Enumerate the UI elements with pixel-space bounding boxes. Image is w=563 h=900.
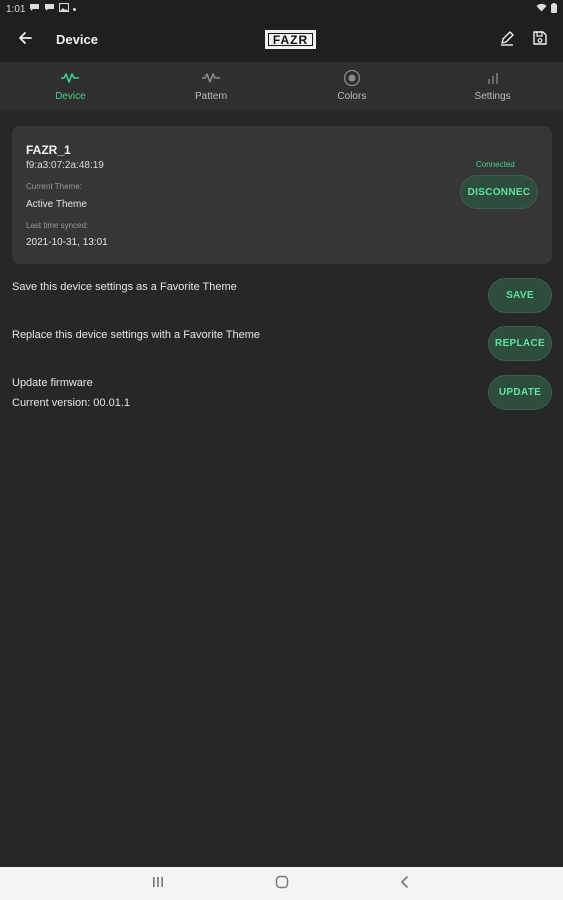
wifi-icon bbox=[536, 3, 547, 15]
back-icon bbox=[400, 875, 410, 894]
waveform-icon bbox=[60, 69, 80, 87]
tab-colors[interactable]: Colors bbox=[282, 62, 423, 110]
back-button[interactable] bbox=[14, 29, 36, 51]
waveform-icon bbox=[201, 69, 221, 87]
save-favorite-text: Save this device settings as a Favorite … bbox=[12, 281, 237, 293]
fazr-logo: FAZR bbox=[265, 30, 316, 49]
status-time: 1:01 bbox=[6, 3, 26, 15]
connection-status: Connected bbox=[476, 160, 515, 169]
replace-button[interactable]: REPLACE bbox=[488, 326, 552, 361]
arrow-left-icon bbox=[18, 31, 32, 50]
dot-icon bbox=[73, 7, 77, 11]
chat-bubble-icon bbox=[44, 3, 55, 15]
update-label: UPDATE bbox=[498, 387, 542, 398]
current-theme-caption: Current Theme: bbox=[26, 182, 82, 191]
edit-button[interactable] bbox=[496, 29, 518, 51]
recent-apps-button[interactable] bbox=[150, 876, 166, 892]
update-firmware-text: Update firmware bbox=[12, 377, 93, 389]
update-button[interactable]: UPDATE bbox=[488, 375, 552, 410]
replace-label: REPLACE bbox=[495, 338, 545, 349]
photo-icon bbox=[59, 3, 70, 15]
status-bar: 1:01 bbox=[0, 0, 563, 18]
last-synced-value: 2021-10-31, 13:01 bbox=[26, 237, 108, 248]
tab-label: Settings bbox=[474, 91, 511, 102]
nav-back-button[interactable] bbox=[397, 875, 413, 894]
floppy-disk-icon bbox=[532, 30, 548, 51]
tab-bar: Device Pattern Colors Settings bbox=[0, 62, 563, 110]
save-button[interactable]: SAVE bbox=[488, 278, 552, 313]
logo-text: FAZR bbox=[272, 32, 309, 47]
save-device-button[interactable] bbox=[529, 29, 551, 51]
disconnect-label: DISCONNEC bbox=[467, 186, 531, 198]
device-name: FAZR_1 bbox=[26, 143, 71, 157]
battery-icon bbox=[551, 2, 557, 16]
tab-pattern[interactable]: Pattern bbox=[141, 62, 282, 110]
tab-label: Pattern bbox=[195, 91, 228, 102]
device-card: FAZR_1 f9:a3:07:2a:48:19 Current Theme: … bbox=[12, 126, 552, 264]
tab-label: Device bbox=[55, 91, 86, 102]
page-title: Device bbox=[56, 32, 98, 47]
system-nav-bar bbox=[0, 867, 563, 900]
target-icon bbox=[342, 69, 362, 87]
home-icon bbox=[275, 875, 289, 894]
disconnect-button[interactable]: DISCONNEC bbox=[460, 175, 538, 209]
device-mac-address: f9:a3:07:2a:48:19 bbox=[26, 160, 104, 171]
firmware-version: Current version: 00.01.1 bbox=[12, 397, 131, 409]
chat-bubble-icon bbox=[29, 3, 40, 15]
save-label: SAVE bbox=[506, 290, 534, 301]
current-theme-value: Active Theme bbox=[26, 199, 87, 210]
tab-device[interactable]: Device bbox=[0, 62, 141, 110]
home-button[interactable] bbox=[274, 875, 290, 894]
bars-icon bbox=[483, 69, 503, 87]
tab-label: Colors bbox=[337, 91, 367, 102]
app-bar: Device FAZR bbox=[0, 18, 563, 62]
recent-apps-icon bbox=[151, 875, 165, 893]
replace-favorite-text: Replace this device settings with a Favo… bbox=[12, 329, 261, 341]
last-synced-caption: Last time synced: bbox=[26, 221, 89, 230]
pencil-icon bbox=[499, 30, 515, 51]
tab-settings[interactable]: Settings bbox=[422, 62, 563, 110]
